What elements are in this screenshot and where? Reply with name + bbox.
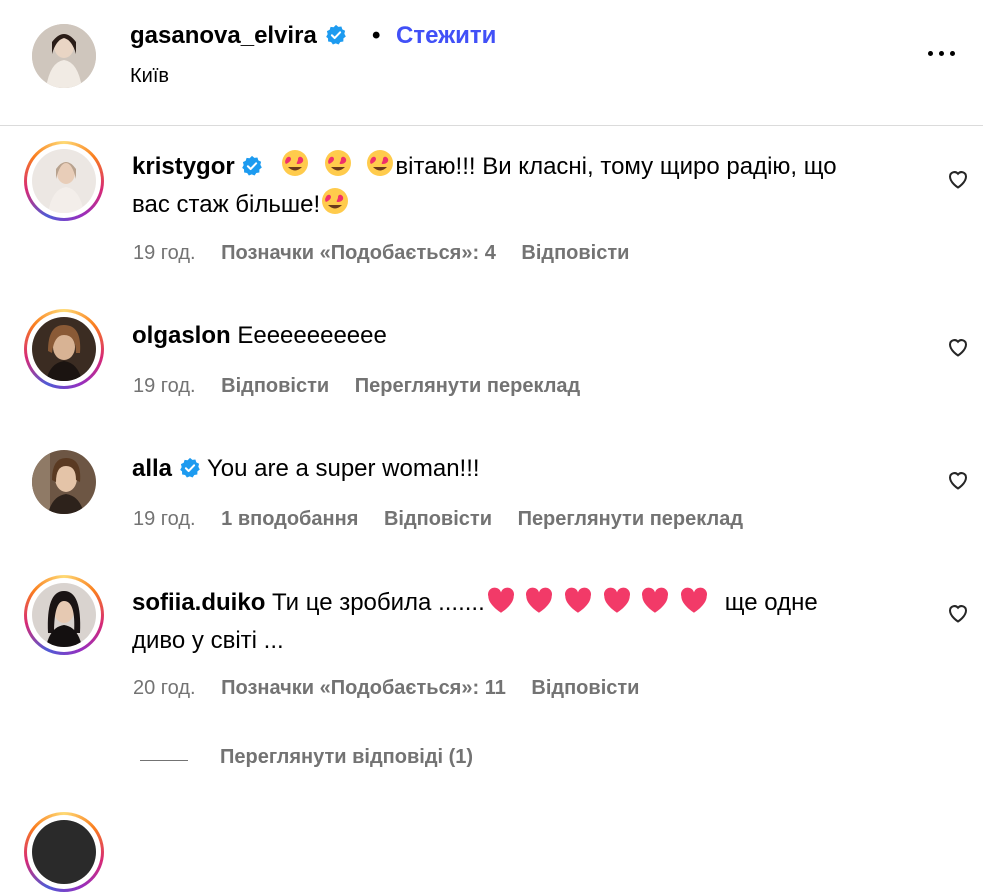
comment-body: alla You are a super woman!!! — [132, 450, 922, 488]
heart-outline-icon[interactable] — [946, 167, 970, 191]
follow-button[interactable]: Стежити — [396, 22, 496, 50]
location-link[interactable]: Київ — [130, 65, 169, 88]
commenter-username[interactable]: kristygor — [132, 153, 235, 180]
view-translation-button[interactable]: Переглянути переклад — [518, 508, 743, 530]
comment-text-line1-end: ще одне — [724, 589, 818, 616]
comment-text: Еееееееееее — [237, 322, 387, 349]
view-translation-button[interactable]: Переглянути переклад — [355, 375, 580, 397]
post-header: gasanova_elvira • Стежити Київ — [0, 0, 983, 126]
comment-text: You are a super woman!!! — [206, 455, 480, 482]
red-heart-emoji — [681, 587, 708, 613]
separator-dot: • — [372, 22, 381, 49]
commenter-avatar — [32, 149, 96, 213]
author-username[interactable]: gasanova_elvira — [130, 22, 347, 50]
commenter-username[interactable]: alla — [132, 455, 172, 482]
heart-eyes-emoji — [367, 150, 394, 176]
commenter-username[interactable]: olgaslon — [132, 322, 231, 349]
heart-outline-icon[interactable] — [946, 468, 970, 492]
verified-badge-icon — [326, 24, 347, 45]
more-options-icon[interactable] — [922, 38, 962, 68]
comment-meta: 19 год. Позначки «Подобається»: 4 Відпов… — [133, 242, 649, 265]
red-heart-emoji — [487, 587, 514, 613]
red-heart-emoji — [526, 587, 553, 613]
view-replies-button[interactable]: Переглянути відповіді (1) — [220, 746, 473, 769]
story-ring[interactable] — [24, 575, 104, 655]
comment-time[interactable]: 19 год. — [133, 508, 196, 530]
comment-time[interactable]: 19 год. — [133, 375, 196, 397]
heart-eyes-emoji — [282, 150, 309, 176]
commenter-username[interactable]: sofiia.duiko — [132, 589, 265, 616]
verified-badge-icon — [179, 457, 200, 478]
comment-text-line1: Ти це зробила ....... — [272, 589, 485, 616]
heart-eyes-emoji — [322, 188, 349, 214]
comment-meta: 20 год. Позначки «Подобається»: 11 Відпо… — [133, 677, 659, 700]
reply-button[interactable]: Відповісти — [521, 242, 629, 264]
commenter-avatar[interactable] — [32, 450, 96, 514]
story-ring[interactable] — [24, 141, 104, 221]
replies-divider-line — [140, 760, 188, 761]
comment-body: kristygor вітаю!!! Ви класні, тому щиро … — [132, 148, 922, 224]
red-heart-emoji — [642, 587, 669, 613]
comment-text-line2: вас стаж більше! — [132, 191, 321, 218]
comment-time[interactable]: 20 год. — [133, 677, 196, 699]
reply-button[interactable]: Відповісти — [221, 375, 329, 397]
author-avatar[interactable] — [32, 24, 96, 88]
reply-button[interactable]: Відповісти — [531, 677, 639, 699]
comment-body: olgaslon Еееееееееее — [132, 317, 922, 355]
comment-body: sofiia.duiko Ти це зробила ....... ще од… — [132, 584, 922, 660]
comment-text-line2: диво у світі ... — [132, 627, 284, 654]
story-ring[interactable] — [24, 309, 104, 389]
heart-eyes-emoji — [324, 150, 351, 176]
comment-meta: 19 год. Відповісти Переглянути переклад — [133, 375, 600, 398]
story-ring[interactable] — [24, 812, 104, 892]
reply-button[interactable]: Відповісти — [384, 508, 492, 530]
red-heart-emoji — [603, 587, 630, 613]
comment-time[interactable]: 19 год. — [133, 242, 196, 264]
red-heart-emoji — [565, 587, 592, 613]
commenter-avatar — [32, 583, 96, 647]
heart-outline-icon[interactable] — [946, 335, 970, 359]
likes-count[interactable]: Позначки «Подобається»: 4 — [221, 242, 496, 264]
likes-count[interactable]: Позначки «Подобається»: 11 — [221, 677, 506, 699]
commenter-avatar — [32, 317, 96, 381]
comment-text-line1: вітаю!!! Ви класні, тому щиро радію, що — [395, 153, 837, 180]
verified-badge-icon — [242, 155, 263, 176]
likes-count[interactable]: 1 вподобання — [221, 508, 358, 530]
comment-meta: 19 год. 1 вподобання Відповісти Переглян… — [133, 508, 763, 531]
heart-outline-icon[interactable] — [946, 601, 970, 625]
